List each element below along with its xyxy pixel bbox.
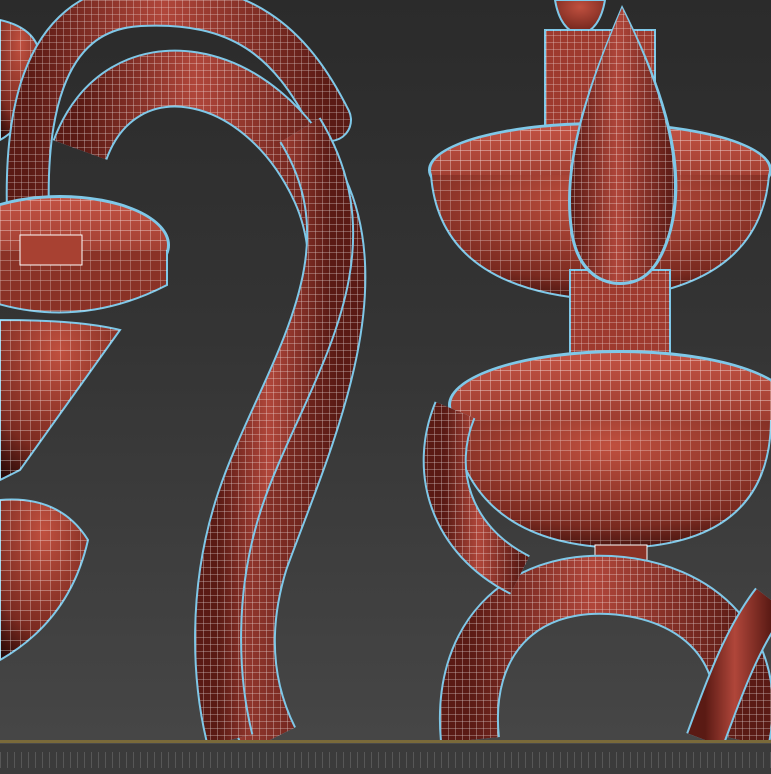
timeline-ticks [0, 752, 771, 768]
3d-viewport[interactable] [0, 0, 771, 740]
chandelier-arm-center[interactable] [52, 49, 367, 740]
timeline-track[interactable] [0, 743, 771, 774]
viewport-scene[interactable] [0, 0, 771, 740]
